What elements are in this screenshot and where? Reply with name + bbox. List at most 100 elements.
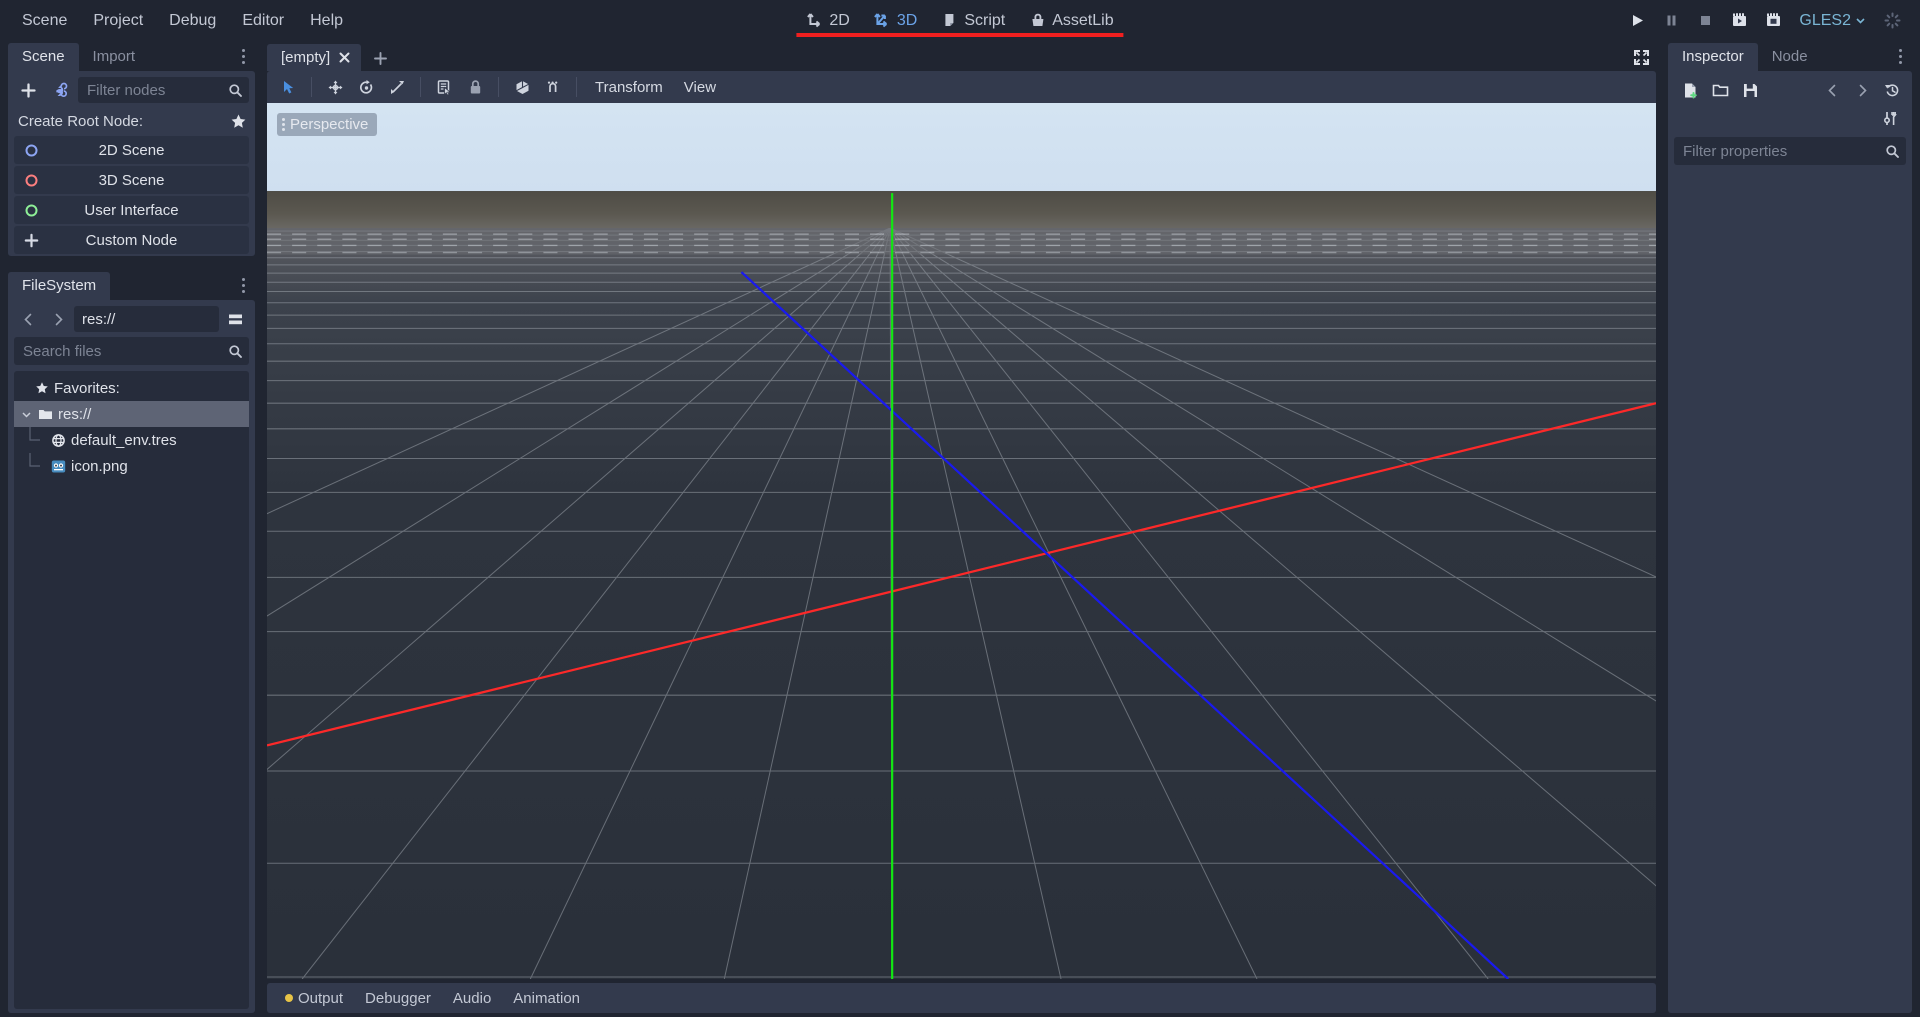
menu-scene[interactable]: Scene bbox=[10, 7, 79, 35]
scene-tab-bar: [empty] bbox=[259, 41, 1664, 71]
tab-assetlib[interactable]: AssetLib bbox=[1019, 7, 1123, 35]
folder-icon bbox=[38, 407, 53, 421]
snap-button[interactable] bbox=[538, 73, 568, 101]
fs-back-button[interactable] bbox=[14, 306, 42, 332]
list-select-button[interactable] bbox=[429, 73, 459, 101]
tree-row-default-env[interactable]: default_env.tres bbox=[14, 427, 249, 453]
3d-viewport[interactable]: Perspective bbox=[267, 103, 1656, 979]
cube-icon bbox=[514, 79, 531, 96]
add-scene-tab-button[interactable] bbox=[367, 45, 393, 71]
chevron-down-icon bbox=[1855, 15, 1866, 26]
chevron-down-icon[interactable] bbox=[20, 408, 33, 421]
inspector-dock-menu-button[interactable] bbox=[1892, 45, 1908, 67]
bottom-tab-animation[interactable]: Animation bbox=[503, 986, 590, 1011]
tab-script[interactable]: Script bbox=[931, 7, 1015, 35]
dock-tab-inspector[interactable]: Inspector bbox=[1668, 43, 1758, 71]
menu-editor[interactable]: Editor bbox=[230, 7, 296, 35]
filesystem-dock-menu-button[interactable] bbox=[235, 274, 251, 296]
stop-button[interactable] bbox=[1689, 6, 1721, 36]
pause-button[interactable] bbox=[1655, 6, 1687, 36]
renderer-label: GLES2 bbox=[1799, 11, 1851, 29]
dock-tab-filesystem[interactable]: FileSystem bbox=[8, 272, 111, 300]
star-icon[interactable] bbox=[230, 113, 247, 130]
output-status-dot bbox=[285, 994, 293, 1002]
bottom-tab-output[interactable]: Output bbox=[275, 986, 353, 1011]
scene-dock-menu-button[interactable] bbox=[235, 45, 251, 67]
tab-2d-label: 2D bbox=[829, 11, 850, 29]
history-icon bbox=[1884, 82, 1901, 99]
environment-icon bbox=[51, 433, 66, 448]
dock-tab-node[interactable]: Node bbox=[1758, 43, 1822, 71]
dock-divider[interactable] bbox=[8, 256, 255, 270]
renderer-selector[interactable]: GLES2 bbox=[1791, 8, 1874, 34]
object-tools-button[interactable] bbox=[1876, 105, 1904, 131]
filesystem-split-mode-button[interactable] bbox=[221, 306, 249, 332]
menu-project[interactable]: Project bbox=[81, 7, 155, 35]
dock-tab-import[interactable]: Import bbox=[79, 43, 150, 71]
add-node-button[interactable] bbox=[14, 77, 42, 103]
chevron-right-icon bbox=[1855, 83, 1870, 98]
stop-icon bbox=[1698, 13, 1713, 28]
filesystem-nav-bar: res:// bbox=[8, 300, 255, 335]
toolbar-separator bbox=[311, 77, 312, 97]
tree-row-favorites[interactable]: Favorites: bbox=[14, 375, 249, 401]
close-icon[interactable] bbox=[338, 51, 351, 64]
add-node-icon bbox=[20, 82, 37, 99]
cursor-icon bbox=[280, 79, 297, 96]
chevron-right-icon bbox=[51, 312, 66, 327]
lock-icon bbox=[467, 79, 484, 96]
create-3d-scene-label: 3D Scene bbox=[98, 171, 165, 189]
filesystem-search-input[interactable]: Search files bbox=[14, 337, 249, 365]
left-dock: Scene Import Filter nodes Create Root No… bbox=[0, 41, 259, 1017]
create-3d-scene-button[interactable]: 3D Scene bbox=[14, 166, 249, 194]
bottom-tab-debugger[interactable]: Debugger bbox=[355, 986, 441, 1011]
save-resource-button[interactable] bbox=[1736, 77, 1764, 103]
move-mode-button[interactable] bbox=[320, 73, 350, 101]
scene-tab-empty[interactable]: [empty] bbox=[267, 44, 362, 71]
load-resource-button[interactable] bbox=[1706, 77, 1734, 103]
new-resource-button[interactable] bbox=[1676, 77, 1704, 103]
create-2d-scene-button[interactable]: 2D Scene bbox=[14, 136, 249, 164]
rotate-icon bbox=[358, 79, 375, 96]
play-custom-scene-button[interactable] bbox=[1757, 6, 1789, 36]
tab-3d[interactable]: 3D bbox=[864, 7, 927, 35]
fullscreen-icon bbox=[1633, 49, 1650, 66]
history-button[interactable] bbox=[1878, 77, 1906, 103]
menu-debug[interactable]: Debug bbox=[157, 7, 228, 35]
filesystem-dock: FileSystem res:// Search files Favorites… bbox=[8, 270, 255, 1013]
rotate-mode-button[interactable] bbox=[351, 73, 381, 101]
toolbar-separator bbox=[420, 77, 421, 97]
select-mode-button[interactable] bbox=[273, 73, 303, 101]
dock-tab-scene[interactable]: Scene bbox=[8, 43, 79, 71]
menu-help[interactable]: Help bbox=[298, 7, 355, 35]
scale-mode-button[interactable] bbox=[382, 73, 412, 101]
spatial-icon bbox=[24, 173, 39, 188]
create-custom-node-button[interactable]: Custom Node bbox=[14, 226, 249, 254]
create-user-interface-button[interactable]: User Interface bbox=[14, 196, 249, 224]
tree-row-res-root[interactable]: res:// bbox=[14, 401, 249, 427]
tab-2d[interactable]: 2D bbox=[796, 7, 859, 35]
inspector-filter-input[interactable]: Filter properties bbox=[1674, 137, 1906, 165]
plus-icon bbox=[24, 233, 39, 248]
fs-forward-button[interactable] bbox=[44, 306, 72, 332]
tools-icon bbox=[1882, 110, 1899, 127]
tab-script-label: Script bbox=[964, 11, 1006, 29]
viewport-perspective-label[interactable]: Perspective bbox=[277, 113, 378, 136]
filesystem-path-field[interactable]: res:// bbox=[74, 306, 219, 332]
3d-icon bbox=[874, 12, 891, 29]
filter-nodes-input[interactable]: Filter nodes bbox=[78, 77, 249, 103]
play-scene-button[interactable] bbox=[1723, 6, 1755, 36]
view-menu[interactable]: View bbox=[674, 74, 726, 101]
history-forward-button[interactable] bbox=[1848, 77, 1876, 103]
instance-scene-button[interactable] bbox=[46, 77, 74, 103]
play-button[interactable] bbox=[1621, 6, 1653, 36]
drag-handle-icon bbox=[282, 118, 285, 131]
local-space-button[interactable] bbox=[507, 73, 537, 101]
transform-menu[interactable]: Transform bbox=[585, 74, 673, 101]
history-back-button[interactable] bbox=[1818, 77, 1846, 103]
godot-icon bbox=[51, 459, 66, 474]
bottom-tab-audio[interactable]: Audio bbox=[443, 986, 501, 1011]
tree-row-icon-png[interactable]: icon.png bbox=[14, 453, 249, 479]
lock-button[interactable] bbox=[460, 73, 490, 101]
distraction-free-mode-button[interactable] bbox=[1628, 45, 1654, 69]
